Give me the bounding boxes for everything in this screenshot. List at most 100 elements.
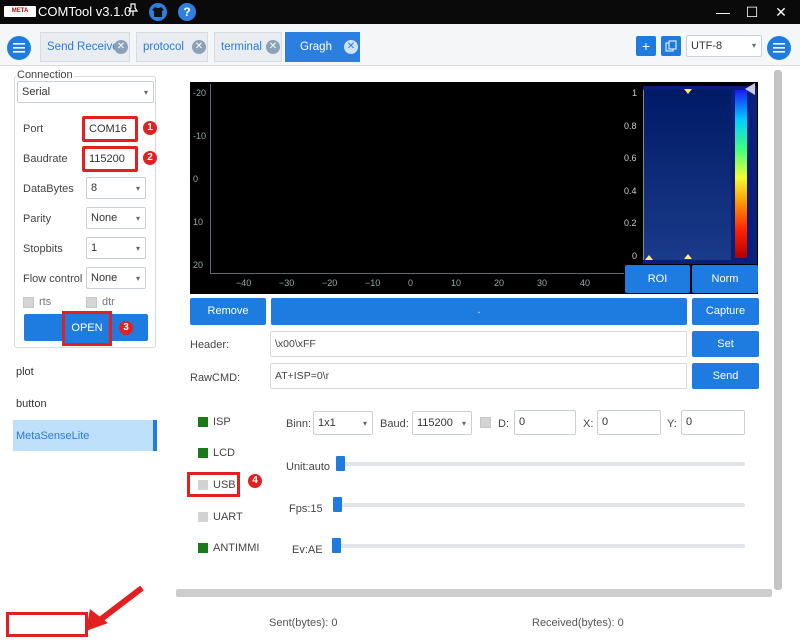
port-select[interactable]: COM16 — [82, 116, 138, 142]
binn-select[interactable]: 1x1 ▾ — [313, 411, 373, 435]
copy-icon[interactable] — [661, 36, 681, 56]
close-tab-icon[interactable]: ✕ — [114, 40, 128, 54]
fps-label: Fps:15 — [289, 503, 323, 515]
colorbar-gradient[interactable] — [735, 90, 747, 258]
y-input[interactable]: 0 — [681, 410, 745, 435]
fps-slider[interactable] — [333, 503, 745, 507]
rts-label: rts — [39, 296, 52, 308]
annotation-badge-2: 2 — [143, 151, 157, 165]
flow-control-select[interactable]: None ▾ — [86, 267, 146, 289]
parity-select[interactable]: None ▾ — [86, 207, 146, 229]
nav-item-metasense[interactable]: MetaSenseLite — [13, 420, 157, 451]
set-button[interactable]: Set — [692, 331, 759, 357]
baud-value: 115200 — [417, 417, 453, 429]
colorbar-tick-label: 1 — [632, 88, 638, 98]
ev-slider[interactable] — [332, 544, 745, 548]
level-max-handle-icon[interactable] — [684, 89, 692, 94]
nav-item-label: MetaSenseLite — [16, 430, 90, 442]
maximize-button[interactable]: ☐ — [737, 0, 767, 24]
unit-slider[interactable] — [336, 462, 745, 466]
chevron-down-icon: ▾ — [135, 214, 140, 223]
chevron-down-icon: ▾ — [751, 41, 756, 50]
chevron-down-icon: ▾ — [135, 184, 140, 193]
databytes-select[interactable]: 8 ▾ — [86, 177, 146, 199]
tab-send-receive[interactable]: Send Receive ✕ — [40, 32, 130, 62]
connection-type-select[interactable]: Serial ▾ — [17, 81, 154, 103]
port-label: Port — [23, 123, 44, 135]
add-tab-button[interactable]: + — [636, 36, 656, 56]
baudrate-input[interactable]: 115200 — [82, 146, 138, 172]
minimize-button[interactable]: — — [708, 0, 738, 24]
remove-button[interactable]: Remove — [190, 298, 266, 325]
d-checkbox[interactable] — [480, 417, 491, 428]
parity-label: Parity — [23, 213, 52, 225]
tab-label: protocol — [143, 41, 184, 53]
nav-item-button[interactable]: button — [16, 398, 47, 410]
close-tab-icon[interactable]: ✕ — [344, 40, 358, 54]
fps-slider-handle[interactable] — [333, 497, 342, 512]
binn-label: Binn: — [286, 418, 312, 430]
settings-menu-icon[interactable] — [767, 36, 791, 60]
close-button[interactable]: ✕ — [766, 0, 796, 24]
menu-icon[interactable] — [7, 36, 31, 60]
help-icon[interactable]: ? — [178, 3, 196, 21]
open-button-label[interactable]: OPEN — [62, 311, 112, 346]
center-button[interactable]: . — [271, 298, 687, 325]
rts-checkbox[interactable] — [23, 297, 34, 308]
title-bar: META SENSE COMTool v3.1.0 ? — ☐ ✕ — [0, 0, 800, 24]
d-input[interactable]: 0 — [514, 410, 576, 435]
skin-icon[interactable] — [149, 3, 167, 21]
level-min-handle-icon[interactable] — [684, 254, 692, 259]
norm-button[interactable]: Norm — [692, 265, 758, 293]
roi-button[interactable]: ROI — [625, 265, 690, 293]
capture-button[interactable]: Capture — [692, 298, 759, 325]
baud-select[interactable]: 115200 ▾ — [412, 411, 472, 435]
pin-icon[interactable] — [124, 3, 142, 21]
dtr-checkbox[interactable] — [86, 297, 97, 308]
nav-item-plot[interactable]: plot — [16, 366, 34, 378]
stopbits-value: 1 — [91, 242, 98, 254]
send-button[interactable]: Send — [692, 363, 759, 389]
isp-label: ISP — [213, 416, 231, 428]
tab-label: terminal — [221, 41, 262, 53]
antimmi-status-indicator — [198, 543, 208, 553]
vertical-scrollbar[interactable] — [774, 70, 782, 590]
tab-protocol[interactable]: protocol ✕ — [136, 32, 208, 62]
tab-terminal[interactable]: terminal ✕ — [214, 32, 282, 62]
stopbits-select[interactable]: 1 ▾ — [86, 237, 146, 259]
plot-axes — [210, 84, 624, 274]
x-tick-label: −40 — [236, 278, 252, 288]
binn-value: 1x1 — [318, 417, 336, 429]
chevron-down-icon: ▾ — [362, 419, 367, 428]
y-tick-label: 0 — [193, 174, 199, 184]
y-tick-label: -20 — [193, 88, 207, 98]
close-tab-icon[interactable]: ✕ — [192, 40, 206, 54]
received-bytes-counter: Received(bytes): 0 — [532, 617, 624, 629]
rawcmd-input[interactable]: AT+ISP=0\r — [270, 363, 687, 389]
colorbar-top-arrow-icon[interactable] — [745, 83, 755, 95]
app-logo: META SENSE — [4, 6, 36, 17]
stopbits-label: Stopbits — [23, 243, 63, 255]
header-input[interactable]: \x00\xFF — [270, 331, 687, 357]
flow-control-label: Flow control — [23, 273, 83, 285]
annotation-arrow-icon — [86, 585, 144, 631]
annotation-badge-4: 4 — [248, 474, 262, 488]
status-highlight-box — [6, 612, 88, 637]
dtr-label: dtr — [102, 296, 115, 308]
y-label: Y: — [667, 418, 677, 430]
baud-label: Baud: — [380, 418, 409, 430]
x-tick-label: 20 — [494, 278, 505, 288]
encoding-select[interactable]: UTF-8 ▾ — [686, 35, 762, 57]
x-input[interactable]: 0 — [597, 410, 661, 435]
ev-slider-handle[interactable] — [332, 538, 341, 553]
colorbar-tick-label: 0 — [632, 250, 638, 261]
tab-label: Send Receive — [47, 41, 119, 53]
horizontal-scrollbar[interactable] — [176, 589, 772, 597]
unit-slider-handle[interactable] — [336, 456, 345, 471]
colorbar-tick-label: 0.2 — [624, 218, 637, 228]
x-tick-label: −20 — [322, 278, 338, 288]
level-left-handle-icon[interactable] — [645, 255, 653, 260]
close-tab-icon[interactable]: ✕ — [266, 40, 280, 54]
tab-gragh[interactable]: Gragh ✕ — [285, 32, 360, 62]
window-title: COMTool v3.1.0 — [38, 4, 132, 19]
